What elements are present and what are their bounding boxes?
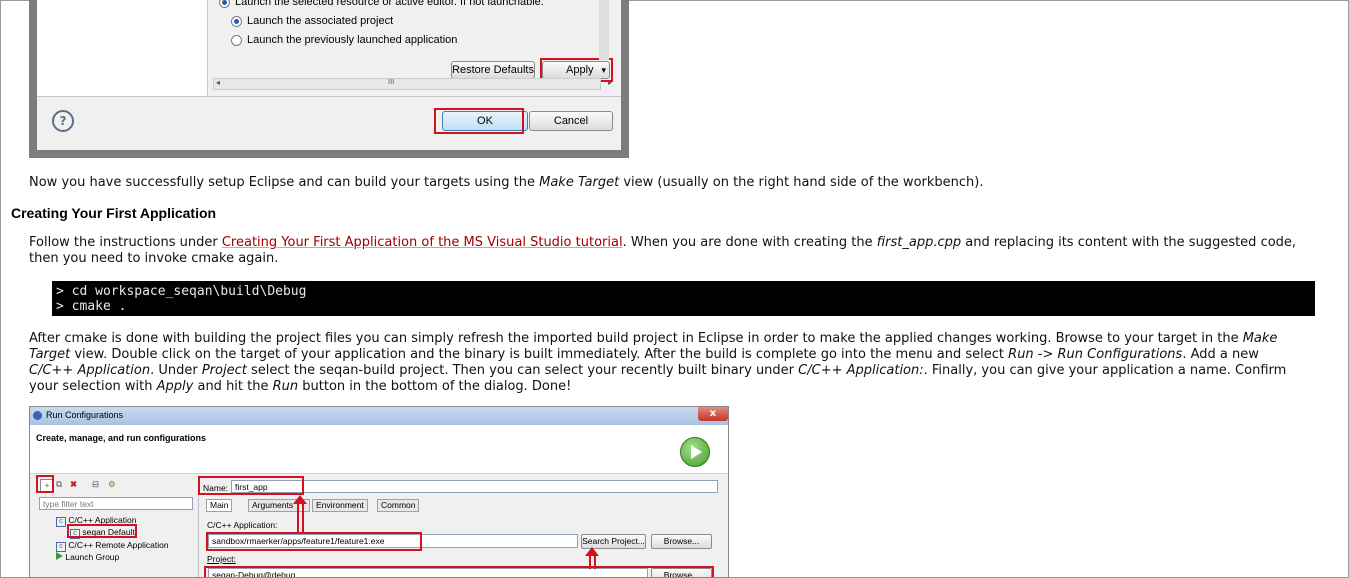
radio-dot-icon xyxy=(219,0,230,8)
tab-common[interactable]: Common xyxy=(377,499,420,512)
filter-input[interactable]: type filter text xyxy=(39,497,193,510)
section-heading: Creating Your First Application xyxy=(11,205,217,221)
seqan-default-highlight xyxy=(67,524,137,538)
emphasis: Make xyxy=(1242,331,1278,346)
launch-group-icon xyxy=(56,552,63,560)
text-run: Follow the instructions under xyxy=(29,235,222,250)
paragraph-instructions: Follow the instructions under Creating Y… xyxy=(29,235,1339,267)
scroll-thumb-grip-icon: III xyxy=(388,78,395,86)
dialog-body: Launch the selected resource or active e… xyxy=(37,0,621,150)
radio-dot-icon xyxy=(231,34,242,46)
text-run: . When you are done with creating the xyxy=(622,235,877,250)
horizontal-scrollbar[interactable]: ◂ III ▸ xyxy=(213,78,612,90)
eclipse-icon xyxy=(33,411,42,420)
emphasis: Apply xyxy=(156,379,194,394)
emphasis-make-target: Make Target xyxy=(539,175,620,190)
delete-icon[interactable]: ✖ xyxy=(70,479,77,490)
text-run: After cmake is done with building the pr… xyxy=(29,331,1243,346)
text-line: then you need to invoke cmake again. xyxy=(29,251,279,266)
emphasis: Run xyxy=(272,379,299,394)
duplicate-icon[interactable]: ⧉ xyxy=(56,479,62,490)
emphasis: Target xyxy=(29,347,71,362)
radio-label: Launch the selected resource or active e… xyxy=(235,0,544,8)
tree-label: C/C++ Remote Application xyxy=(68,540,169,550)
ms-visual-studio-tutorial-link[interactable]: Creating Your First Application of the M… xyxy=(222,235,623,250)
project-highlight xyxy=(204,566,714,577)
text-run: view. Double click on the target of your… xyxy=(70,347,1009,362)
scroll-right-icon: ▸ xyxy=(607,78,612,87)
text-run: . Under xyxy=(150,363,202,378)
emphasis-filename: first_app.cpp xyxy=(876,235,962,250)
filter-icon[interactable]: ⚙ xyxy=(108,479,116,490)
project-label: Project: xyxy=(207,554,236,564)
preferences-dialog-screenshot: Launch the selected resource or active e… xyxy=(29,0,629,158)
close-icon[interactable]: x xyxy=(698,407,728,421)
tab-label: Common xyxy=(381,500,416,510)
code-block: > cd workspace_seqan\build\Debug > cmake… xyxy=(52,281,1315,316)
emphasis: C/C++ Application xyxy=(29,363,151,378)
emphasis: C/C++ Application: xyxy=(798,363,924,378)
scroll-left-icon: ◂ xyxy=(216,78,221,87)
text-run: button in the bottom of the dialog. Done… xyxy=(298,379,572,394)
code-line: > cmake . xyxy=(56,299,127,314)
launch-options-panel: Launch the selected resource or active e… xyxy=(37,0,621,96)
arrow-stem xyxy=(589,555,596,569)
run-icon xyxy=(680,437,710,467)
tree-item-cpp-remote[interactable]: c C/C++ Remote Application xyxy=(56,540,169,552)
cpp-application-highlight xyxy=(206,532,422,551)
text-run: . Finally, you can give your application… xyxy=(923,363,1287,378)
text-run: and hit the xyxy=(193,379,273,394)
new-config-highlight xyxy=(36,475,54,493)
cpp-icon: c xyxy=(56,517,66,527)
title-bar: Run Configurations x xyxy=(30,407,728,425)
radio-label: Launch the associated project xyxy=(247,15,394,27)
paragraph-run-config: After cmake is done with building the pr… xyxy=(29,331,1339,395)
text-run: and replacing its content with the sugge… xyxy=(961,235,1297,250)
tree-label: Launch Group xyxy=(65,552,120,562)
tab-label: Main xyxy=(210,500,229,510)
text-run: your selection with xyxy=(29,379,157,394)
text-run: view (usually on the right hand side of … xyxy=(619,175,984,190)
tab-main[interactable]: Main xyxy=(206,499,233,512)
radio-launch-resource[interactable]: Launch the selected resource or active e… xyxy=(219,0,544,8)
cpp-application-label: C/C++ Application: xyxy=(207,520,278,530)
dialog-header: Create, manage, and run configurations xyxy=(30,425,728,474)
restore-defaults-button[interactable]: Restore Defaults xyxy=(451,61,535,79)
text-run: Now you have successfully setup Eclipse … xyxy=(29,175,540,190)
vertical-scrollbar[interactable] xyxy=(599,0,609,60)
header-text: Create, manage, and run configurations xyxy=(36,433,207,443)
tree-item-launch-group[interactable]: Launch Group xyxy=(56,552,119,562)
window-title: Run Configurations xyxy=(46,410,124,420)
name-highlight xyxy=(198,476,304,495)
help-icon[interactable]: ? xyxy=(52,110,74,132)
radio-label: Launch the previously launched applicati… xyxy=(247,34,458,46)
preference-tree xyxy=(37,0,208,96)
divider xyxy=(37,96,621,97)
tab-label: Arguments xyxy=(252,500,294,510)
text-run: select the seqan-build project. Then you… xyxy=(246,363,799,378)
paragraph-make-target: Now you have successfully setup Eclipse … xyxy=(29,175,983,191)
emphasis: Run -> Run Configurations xyxy=(1008,347,1183,362)
emphasis: Project xyxy=(201,363,247,378)
name-field[interactable]: first_app xyxy=(231,480,718,493)
tab-environment[interactable]: Environment xyxy=(312,499,368,512)
ok-highlight xyxy=(434,108,524,134)
code-line: > cd workspace_seqan\build\Debug xyxy=(56,284,307,299)
radio-previous-app[interactable]: Launch the previously launched applicati… xyxy=(231,34,457,46)
run-configurations-dialog-screenshot: Run Configurations x Create, manage, and… xyxy=(29,406,729,578)
radio-dot-icon xyxy=(231,15,242,27)
text-run: . Add a new xyxy=(1182,347,1259,362)
collapse-all-icon[interactable]: ⊟ xyxy=(92,479,99,490)
tab-label: Environment xyxy=(316,500,364,510)
browse-button[interactable]: Browse... xyxy=(651,534,712,549)
cancel-button[interactable]: Cancel xyxy=(529,111,613,131)
cpp-remote-icon: c xyxy=(56,542,66,552)
arrow-stem xyxy=(297,503,304,532)
radio-associated-project[interactable]: Launch the associated project xyxy=(231,15,393,27)
